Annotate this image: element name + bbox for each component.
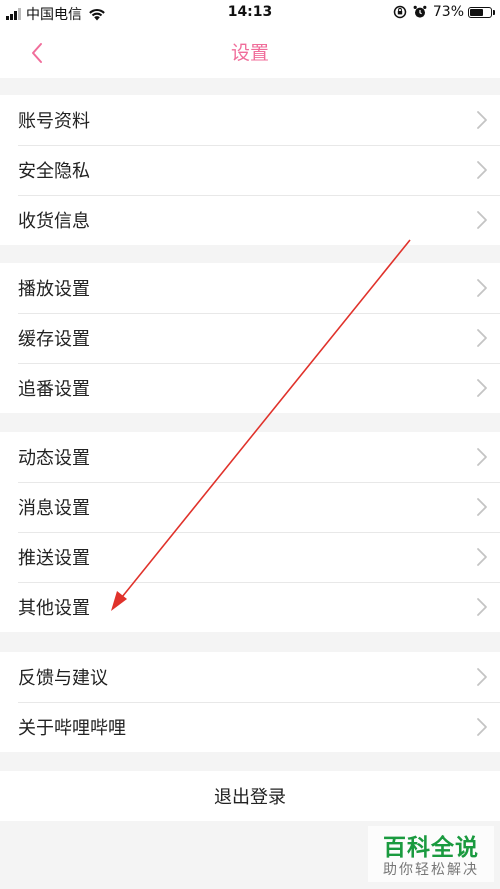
settings-item-label: 追番设置	[18, 379, 90, 400]
battery-percent: 73%	[432, 4, 464, 20]
settings-item-playback[interactable]: 播放设置	[0, 263, 500, 313]
chevron-right-icon	[477, 329, 487, 347]
navigation-bar: 设置	[0, 26, 500, 78]
settings-item-shipping-info[interactable]: 收货信息	[0, 195, 500, 245]
settings-item-label: 账号资料	[18, 111, 90, 132]
settings-item-label: 推送设置	[18, 548, 90, 569]
chevron-right-icon	[477, 498, 487, 516]
settings-item-other[interactable]: 其他设置	[0, 582, 500, 632]
chevron-right-icon	[477, 598, 487, 616]
settings-item-label: 关于哔哩哔哩	[18, 718, 126, 739]
chevron-right-icon	[477, 111, 487, 129]
watermark-logo: 百科全说 助你轻松解决	[368, 826, 494, 882]
watermark-subtitle: 助你轻松解决	[383, 862, 479, 878]
rotation-lock-icon	[393, 5, 407, 19]
settings-group-about: 反馈与建议 关于哔哩哔哩	[0, 652, 500, 752]
settings-item-cache[interactable]: 缓存设置	[0, 313, 500, 363]
page-title: 设置	[230, 42, 269, 64]
settings-group-playback: 播放设置 缓存设置 追番设置	[0, 263, 500, 413]
chevron-right-icon	[477, 211, 487, 229]
settings-item-label: 其他设置	[18, 598, 90, 619]
chevron-right-icon	[477, 379, 487, 397]
settings-group-notifications: 动态设置 消息设置 推送设置 其他设置	[0, 432, 500, 632]
settings-item-account-profile[interactable]: 账号资料	[0, 95, 500, 145]
chevron-right-icon	[477, 161, 487, 179]
status-bar: 中国电信 14:13 73%	[0, 0, 500, 26]
settings-item-label: 动态设置	[18, 448, 90, 469]
chevron-right-icon	[477, 718, 487, 736]
settings-item-about[interactable]: 关于哔哩哔哩	[0, 702, 500, 752]
settings-item-push[interactable]: 推送设置	[0, 532, 500, 582]
settings-item-messages[interactable]: 消息设置	[0, 482, 500, 532]
settings-item-label: 缓存设置	[18, 329, 90, 350]
settings-group-account: 账号资料 安全隐私 收货信息	[0, 95, 500, 245]
settings-item-feedback[interactable]: 反馈与建议	[0, 652, 500, 702]
alarm-clock-icon	[413, 5, 427, 18]
chevron-right-icon	[477, 448, 487, 466]
settings-item-label: 消息设置	[18, 498, 90, 519]
settings-item-bangumi[interactable]: 追番设置	[0, 363, 500, 413]
logout-button[interactable]: 退出登录	[0, 771, 500, 821]
battery-icon	[468, 6, 495, 18]
settings-item-dynamic[interactable]: 动态设置	[0, 432, 500, 482]
chevron-right-icon	[477, 548, 487, 566]
settings-item-label: 收货信息	[18, 211, 90, 232]
chevron-right-icon	[477, 668, 487, 686]
settings-item-security-privacy[interactable]: 安全隐私	[0, 145, 500, 195]
status-right: 73%	[393, 4, 495, 20]
settings-item-label: 播放设置	[18, 279, 90, 300]
chevron-right-icon	[477, 279, 487, 297]
settings-item-label: 反馈与建议	[18, 668, 108, 689]
settings-item-label: 安全隐私	[18, 161, 90, 182]
watermark-title: 百科全说	[383, 835, 479, 861]
